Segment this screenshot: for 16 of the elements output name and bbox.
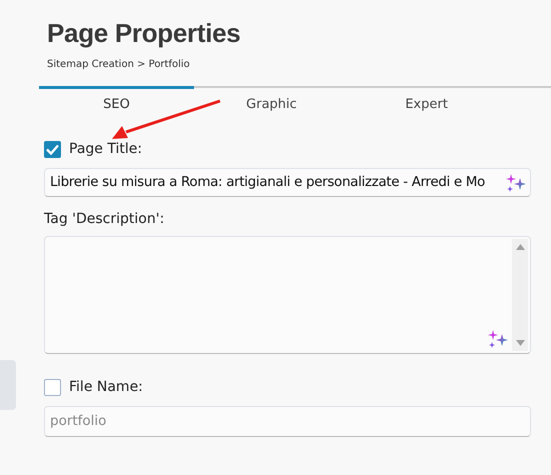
page-title: Page Properties — [47, 18, 242, 50]
field-label: Tag 'Description': — [44, 210, 166, 229]
scroll-up-icon[interactable] — [516, 244, 524, 250]
scroll-down-icon[interactable] — [516, 340, 524, 346]
sparkle-icon[interactable] — [488, 330, 508, 348]
tab[interactable]: Graphic — [194, 86, 349, 121]
scrollbar[interactable] — [512, 238, 528, 351]
tab[interactable]: SEO — [39, 86, 194, 121]
field-label: File Name: — [69, 378, 143, 397]
checkmark-icon — [46, 144, 59, 155]
breadcrumb: Sitemap Creation > Portfolio — [47, 58, 191, 72]
checkbox[interactable] — [44, 140, 61, 158]
sparkle-icon[interactable] — [506, 174, 526, 192]
title-input[interactable]: Librerie su misura a Roma: artigianali e personalizzate - Arredi e Mo — [44, 168, 531, 197]
field-label: Page Title: — [69, 140, 142, 159]
tab[interactable]: Expert — [349, 86, 504, 121]
